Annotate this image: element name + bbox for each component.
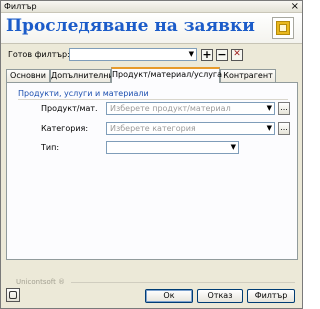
tab-additional[interactable]: Допълнителни xyxy=(50,69,114,82)
section-title: Продукти, услуги и материали xyxy=(18,89,149,98)
clear-filter-button[interactable]: ✕ xyxy=(231,49,243,61)
footer-divider xyxy=(71,282,295,283)
add-filter-button[interactable]: + xyxy=(201,49,213,61)
help-button[interactable] xyxy=(6,288,20,302)
cancel-button[interactable]: Отказ xyxy=(197,289,243,303)
section-divider xyxy=(18,99,288,100)
category-placeholder: Изберете категория xyxy=(110,124,196,133)
report-icon-center xyxy=(279,24,287,32)
help-icon xyxy=(9,291,17,299)
tab-product-material-service[interactable]: Продукт/материал/услуга xyxy=(111,67,222,83)
tab-main[interactable]: Основни xyxy=(6,69,50,82)
saved-filter-label: Готов филтър: xyxy=(8,50,70,59)
product-browse-button[interactable]: ... xyxy=(278,102,290,115)
chevron-down-icon: ▼ xyxy=(266,124,272,132)
tab-counterparty[interactable]: Контрагент xyxy=(220,69,276,82)
product-select[interactable]: Изберете продукт/материал ▼ xyxy=(106,102,275,115)
saved-filter-select[interactable]: ▼ xyxy=(69,48,197,61)
filter-dialog: Филтър × Проследяване на заявки Готов фи… xyxy=(0,0,303,309)
type-select[interactable]: ▼ xyxy=(106,141,239,154)
window-title: Филтър xyxy=(4,2,37,11)
title-bar[interactable]: Филтър × xyxy=(1,1,302,13)
tab-strip: Основни Допълнителни Продукт/материал/ус… xyxy=(6,67,298,83)
ok-button[interactable]: Ок xyxy=(145,289,193,303)
report-icon xyxy=(272,17,294,39)
close-icon[interactable]: × xyxy=(291,1,299,12)
category-field-label: Категория: xyxy=(41,124,89,133)
saved-filter-row: Готов филтър: ▼ + − ✕ xyxy=(1,45,302,67)
brand-label: Unicontsoft ® xyxy=(16,278,66,286)
chevron-down-icon: ▼ xyxy=(230,143,236,151)
tab-panel: Продукти, услуги и материали Продукт/мат… xyxy=(6,82,298,260)
apply-filter-button[interactable]: Филтър xyxy=(247,289,295,303)
page-title: Проследяване на заявки xyxy=(6,16,255,36)
remove-filter-button[interactable]: − xyxy=(216,49,228,61)
dialog-header: Проследяване на заявки xyxy=(1,13,302,44)
product-placeholder: Изберете продукт/материал xyxy=(110,104,231,113)
category-select[interactable]: Изберете категория ▼ xyxy=(106,122,275,135)
type-field-label: Тип: xyxy=(41,143,60,152)
chevron-down-icon: ▼ xyxy=(266,104,272,112)
chevron-down-icon: ▼ xyxy=(188,50,194,58)
category-browse-button[interactable]: ... xyxy=(278,122,290,135)
product-field-label: Продукт/мат. xyxy=(41,104,98,113)
